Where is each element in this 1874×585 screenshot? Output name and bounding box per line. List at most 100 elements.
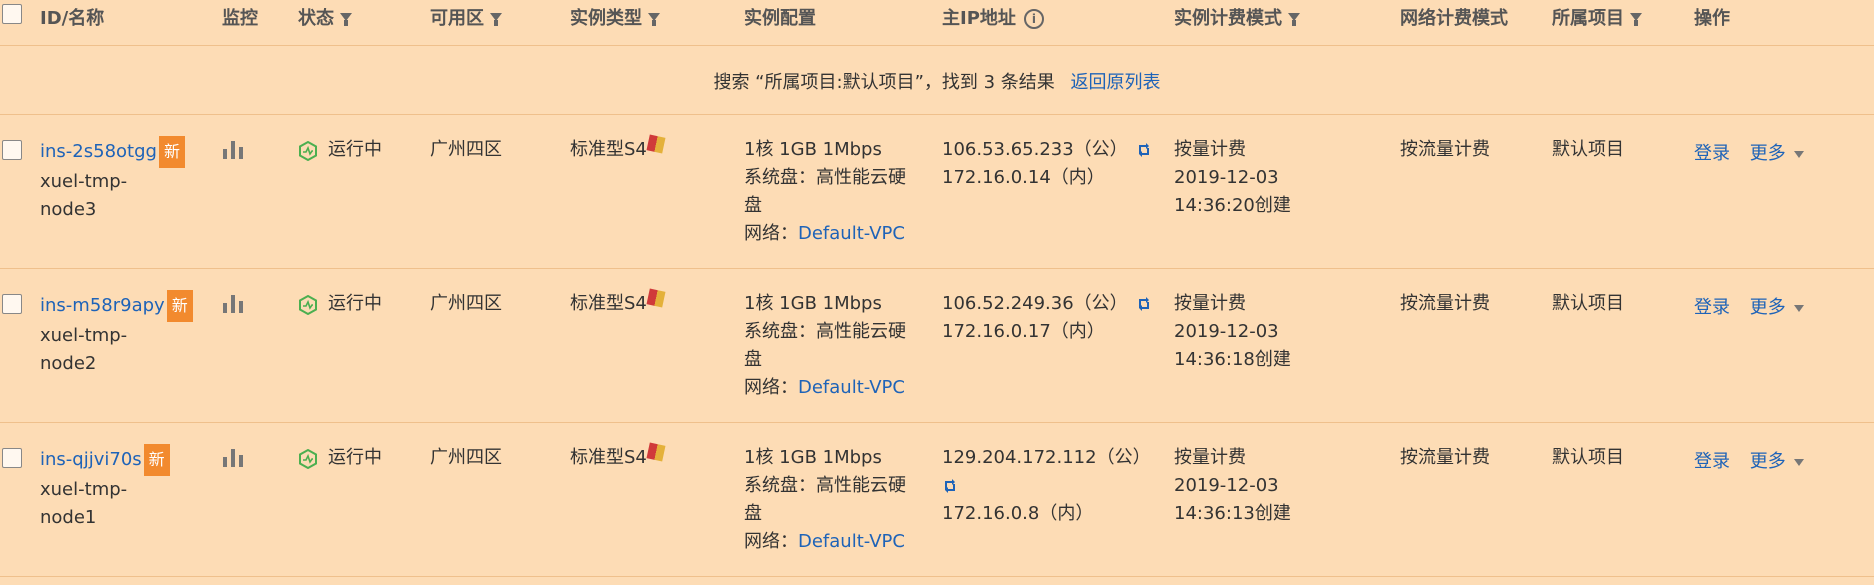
login-button[interactable]: 登录 [1694,297,1730,318]
col-header-config: 实例配置 [744,8,816,29]
login-button[interactable]: 登录 [1694,143,1730,164]
select-all-checkbox[interactable] [2,4,22,24]
instance-name-line1: xuel-tmp- [40,171,128,192]
billing-mode: 按量计费 [1174,139,1246,160]
zone-text: 广州四区 [430,293,502,314]
col-header-net-billing: 网络计费模式 [1400,8,1508,29]
divider [0,114,1874,115]
search-result-bar: 搜索 “所属项目:默认项目”，找到 3 条结果 返回原列表 [0,68,1874,94]
new-badge: 新 [158,136,185,168]
config-disk-cont: 盘 [744,349,762,370]
ip-cell: 129.204.172.112（公） 172.16.0.8（内） [942,444,1151,528]
monitor-chart-icon[interactable] [223,141,245,159]
row-divider [0,422,1874,423]
status-text: 运行中 [328,293,382,314]
search-result-text: 搜索 “所属项目:默认项目”，找到 3 条结果 [713,72,1055,93]
instance-config-cell: 1核 1GB 1Mbps 系统盘：高性能云硬 盘 网络：Default-VPC [744,444,906,556]
config-disk: 系统盘：高性能云硬 [744,475,906,496]
row-checkbox[interactable] [2,140,22,160]
vpc-link[interactable]: Default-VPC [798,223,905,244]
instance-id-link[interactable]: ins-2s58otgg [40,141,157,162]
created-date: 2019-12-03 [1174,321,1279,342]
zone-text: 广州四区 [430,139,502,160]
public-ip: 129.204.172.112（公） [942,447,1151,468]
created-time: 14:36:20创建 [1174,195,1291,216]
filter-icon[interactable] [1630,13,1642,26]
instance-name-line1: xuel-tmp- [40,325,128,346]
instance-type: 标准型S4 [570,442,666,472]
instance-id-link[interactable]: ins-qjjvi70s [40,449,142,470]
col-header-ops: 操作 [1694,8,1730,29]
more-dropdown[interactable]: 更多 [1750,297,1804,318]
col-header-billing[interactable]: 实例计费模式 [1174,4,1300,30]
instance-id-cell: ins-m58r9apy 新 xuel-tmp- node2 [40,290,193,378]
col-header-ip: 主IP地址 i [942,4,1044,30]
more-dropdown[interactable]: 更多 [1750,143,1804,164]
billing-cell: 按量计费 2019-12-03 14:36:20创建 [1174,136,1291,220]
ip-cell: 106.52.249.36（公） 172.16.0.17（内） [942,290,1152,346]
public-ip: 106.53.65.233（公） [942,139,1128,160]
filter-icon[interactable] [340,13,352,26]
chevron-down-icon [1793,150,1804,158]
new-badge: 新 [143,444,170,476]
config-network-label: 网络： [744,531,798,552]
config-disk-cont: 盘 [744,195,762,216]
change-ip-icon[interactable] [1136,142,1152,158]
instance-type-text: 标准型S4 [570,139,647,160]
row-actions: 登录 更多 [1694,140,1804,168]
filter-icon[interactable] [648,13,660,26]
config-network-label: 网络： [744,377,798,398]
created-time: 14:36:13创建 [1174,503,1291,524]
instance-config-cell: 1核 1GB 1Mbps 系统盘：高性能云硬 盘 网络：Default-VPC [744,290,906,402]
config-disk: 系统盘：高性能云硬 [744,167,906,188]
billing-cell: 按量计费 2019-12-03 14:36:13创建 [1174,444,1291,528]
instance-id-cell: ins-qjjvi70s 新 xuel-tmp- node1 [40,444,170,532]
instance-id-link[interactable]: ins-m58r9apy [40,295,165,316]
col-header-project[interactable]: 所属项目 [1552,4,1642,30]
running-status-icon [299,295,317,315]
col-header-status[interactable]: 状态 [298,4,352,30]
filter-icon[interactable] [1288,13,1300,26]
col-header-zone[interactable]: 可用区 [430,4,502,30]
private-ip: 172.16.0.17（内） [942,321,1105,342]
back-to-list-link[interactable]: 返回原列表 [1071,72,1161,93]
billing-mode: 按量计费 [1174,293,1246,314]
monitor-chart-icon[interactable] [223,295,245,313]
instance-type: 标准型S4 [570,288,666,318]
info-icon[interactable]: i [1023,9,1044,29]
row-divider [0,576,1874,577]
instance-type-icon [646,442,666,462]
vpc-link[interactable]: Default-VPC [798,531,905,552]
chevron-down-icon [1793,304,1804,312]
net-billing-text: 按流量计费 [1400,447,1490,468]
project-text: 默认项目 [1552,293,1624,314]
col-header-monitor: 监控 [222,8,258,29]
chevron-down-icon [1793,458,1804,466]
zone-text: 广州四区 [430,447,502,468]
row-actions: 登录 更多 [1694,448,1804,476]
config-spec: 1核 1GB 1Mbps [744,293,882,314]
filter-icon[interactable] [490,13,502,26]
status-text: 运行中 [328,139,382,160]
row-actions: 登录 更多 [1694,294,1804,322]
col-header-type[interactable]: 实例类型 [570,4,660,30]
created-time: 14:36:18创建 [1174,349,1291,370]
new-badge: 新 [166,290,193,322]
change-ip-icon[interactable] [1136,296,1152,312]
instance-id-cell: ins-2s58otgg 新 xuel-tmp- node3 [40,136,185,224]
more-dropdown[interactable]: 更多 [1750,451,1804,472]
config-disk-cont: 盘 [744,503,762,524]
billing-mode: 按量计费 [1174,447,1246,468]
row-checkbox[interactable] [2,448,22,468]
vpc-link[interactable]: Default-VPC [798,377,905,398]
config-spec: 1核 1GB 1Mbps [744,139,882,160]
monitor-chart-icon[interactable] [223,449,245,467]
net-billing-text: 按流量计费 [1400,139,1490,160]
instance-type-text: 标准型S4 [570,293,647,314]
change-ip-icon[interactable] [942,478,958,494]
public-ip: 106.52.249.36（公） [942,293,1128,314]
created-date: 2019-12-03 [1174,475,1279,496]
billing-cell: 按量计费 2019-12-03 14:36:18创建 [1174,290,1291,374]
row-checkbox[interactable] [2,294,22,314]
login-button[interactable]: 登录 [1694,451,1730,472]
